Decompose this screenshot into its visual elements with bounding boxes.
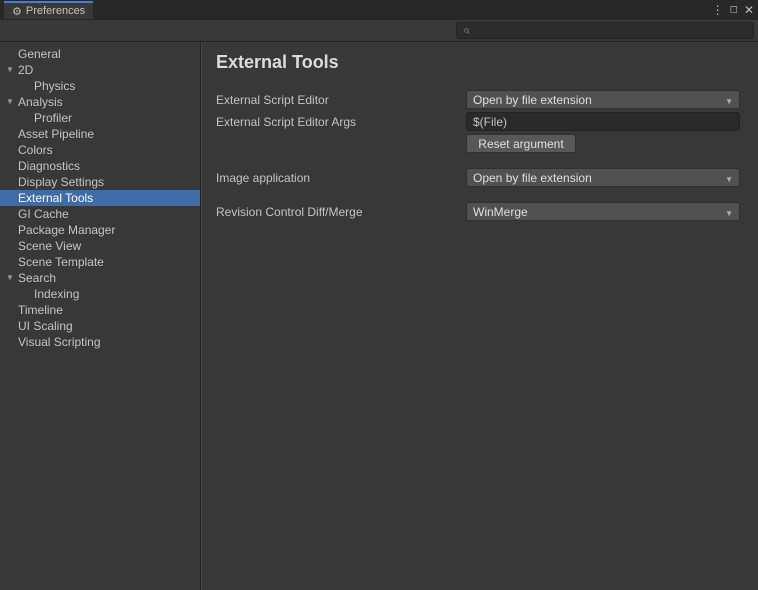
main-panel: External Tools External Script Editor Op… [201, 42, 758, 590]
sidebar-item-colors[interactable]: Colors [0, 142, 200, 158]
sidebar-item-general[interactable]: General [0, 46, 200, 62]
window-title: Preferences [26, 5, 85, 17]
label-external-script-editor-args: External Script Editor Args [216, 115, 466, 129]
search-icon [463, 23, 470, 38]
toolbar [0, 20, 758, 42]
reset-argument-button[interactable]: Reset argument [466, 134, 576, 153]
sidebar-item-profiler[interactable]: Profiler [0, 110, 200, 126]
search-box[interactable] [456, 22, 754, 39]
preferences-tab[interactable]: Preferences [4, 1, 93, 19]
label-revision-control: Revision Control Diff/Merge [216, 205, 466, 219]
dropdown-revision-control[interactable]: WinMerge [466, 202, 740, 221]
chevron-down-icon [725, 205, 733, 219]
sidebar-item-visual-scripting[interactable]: Visual Scripting [0, 334, 200, 350]
sidebar-item-ui-scaling[interactable]: UI Scaling [0, 318, 200, 334]
sidebar: General 2D Physics Analysis Profiler Ass… [0, 42, 201, 590]
sidebar-item-analysis[interactable]: Analysis [0, 94, 200, 110]
sidebar-item-timeline[interactable]: Timeline [0, 302, 200, 318]
dropdown-value: Open by file extension [473, 171, 592, 185]
sidebar-item-search[interactable]: Search [0, 270, 200, 286]
sidebar-item-indexing[interactable]: Indexing [0, 286, 200, 302]
sidebar-item-scene-view[interactable]: Scene View [0, 238, 200, 254]
sidebar-item-asset-pipeline[interactable]: Asset Pipeline [0, 126, 200, 142]
chevron-down-icon [725, 93, 733, 107]
sidebar-item-physics[interactable]: Physics [0, 78, 200, 94]
sidebar-item-display-settings[interactable]: Display Settings [0, 174, 200, 190]
dropdown-image-application[interactable]: Open by file extension [466, 168, 740, 187]
label-external-script-editor: External Script Editor [216, 93, 466, 107]
search-input[interactable] [474, 25, 747, 37]
sidebar-item-scene-template[interactable]: Scene Template [0, 254, 200, 270]
close-icon[interactable]: ✕ [744, 4, 754, 16]
maximize-icon[interactable]: ◻ [730, 5, 738, 15]
page-title: External Tools [216, 52, 740, 73]
chevron-down-icon [725, 171, 733, 185]
sidebar-item-2d[interactable]: 2D [0, 62, 200, 78]
dropdown-external-script-editor[interactable]: Open by file extension [466, 90, 740, 109]
kebab-icon[interactable]: ⋮ [712, 4, 724, 16]
titlebar: Preferences ⋮ ◻ ✕ [0, 0, 758, 20]
sidebar-item-gi-cache[interactable]: GI Cache [0, 206, 200, 222]
sidebar-item-diagnostics[interactable]: Diagnostics [0, 158, 200, 174]
sidebar-item-external-tools[interactable]: External Tools [0, 190, 200, 206]
label-image-application: Image application [216, 171, 466, 185]
gear-icon [12, 5, 22, 18]
sidebar-item-package-manager[interactable]: Package Manager [0, 222, 200, 238]
dropdown-value: WinMerge [473, 205, 528, 219]
dropdown-value: Open by file extension [473, 93, 592, 107]
input-external-script-editor-args[interactable] [466, 112, 740, 131]
